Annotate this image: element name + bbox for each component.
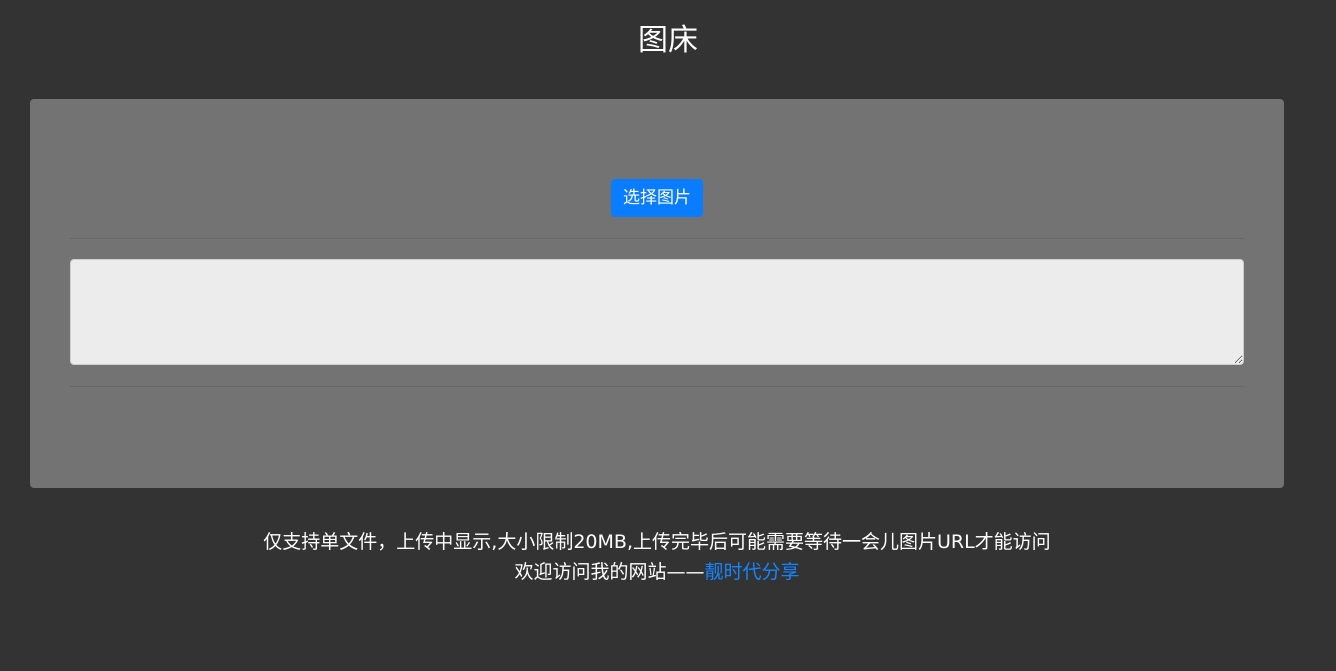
footer-notes: 仅支持单文件，上传中显示,大小限制20MB,上传完毕后可能需要等待一会儿图片UR… xyxy=(0,527,1314,587)
image-url-textarea[interactable] xyxy=(70,259,1244,365)
welcome-line: 欢迎访问我的网站——靓时代分享 xyxy=(0,557,1314,587)
image-host-page: 图床 选择图片 仅支持单文件，上传中显示,大小限制20MB,上传完毕后可能需要等… xyxy=(0,0,1336,671)
upload-panel: 选择图片 xyxy=(30,99,1284,488)
divider xyxy=(70,386,1244,387)
upload-notice: 仅支持单文件，上传中显示,大小限制20MB,上传完毕后可能需要等待一会儿图片UR… xyxy=(263,531,1051,553)
page-title: 图床 xyxy=(638,23,698,58)
welcome-text: 欢迎访问我的网站—— xyxy=(514,561,705,583)
divider xyxy=(70,238,1244,239)
select-image-button[interactable]: 选择图片 xyxy=(611,179,703,217)
site-link[interactable]: 靓时代分享 xyxy=(705,561,800,583)
